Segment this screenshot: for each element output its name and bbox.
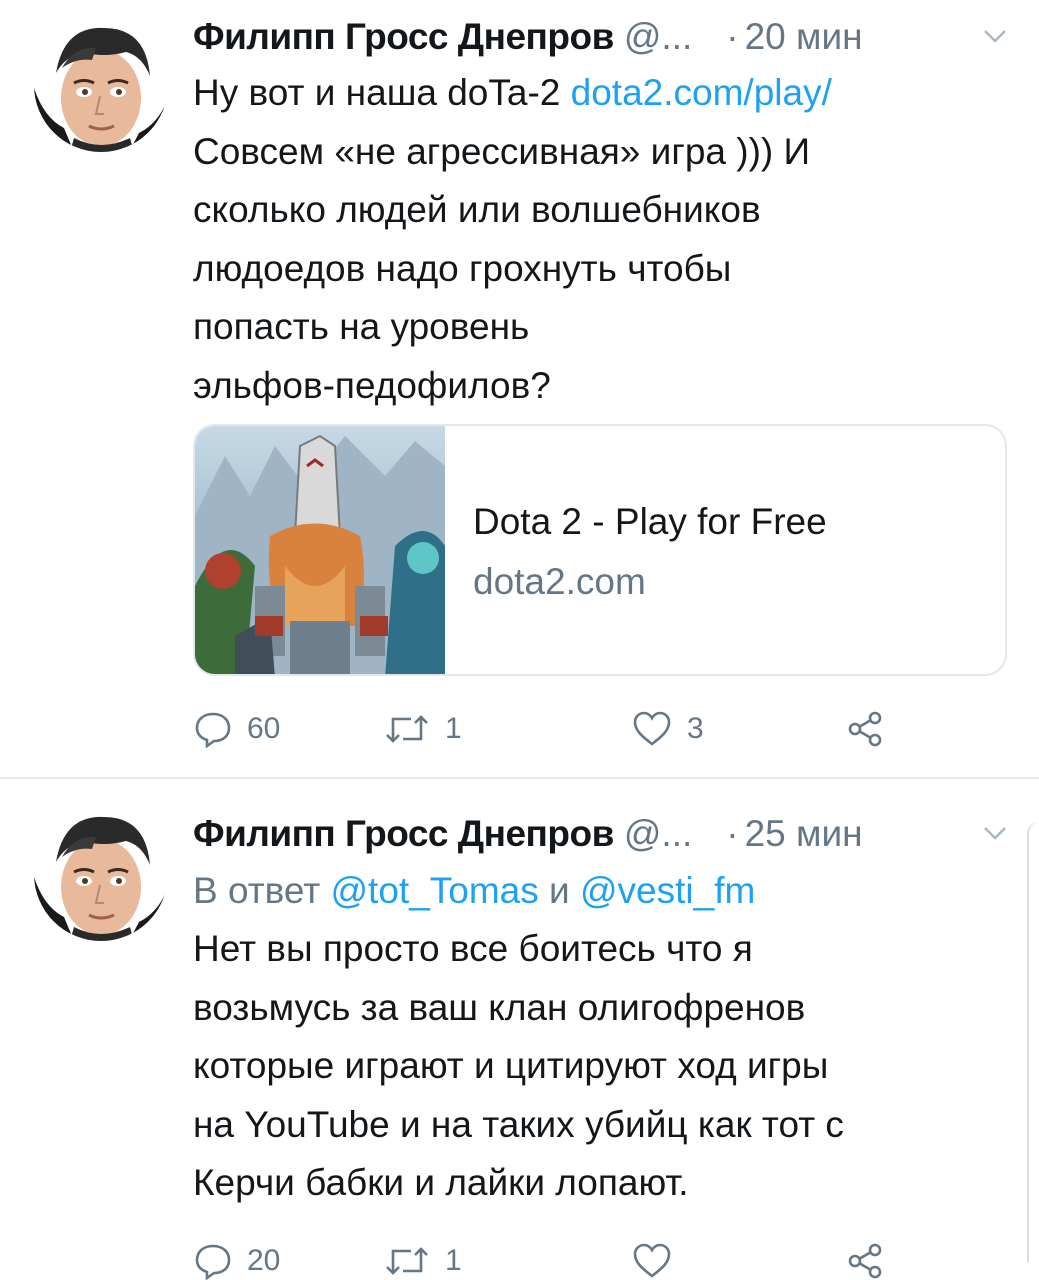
text-line: которые играют и цитируют ход игры bbox=[193, 1045, 829, 1086]
text-line: на YouTube и на таких убийц как тот с bbox=[193, 1103, 844, 1145]
separator-dot: · bbox=[726, 813, 739, 854]
share-button[interactable] bbox=[845, 1236, 889, 1280]
tweet-text: Нет вы просто все боитесь что я возьмусь… bbox=[193, 920, 1013, 1213]
retweet-count: 1 bbox=[445, 712, 462, 745]
avatar[interactable] bbox=[34, 18, 168, 152]
tweet-header: Филипп Гросс Днепров @... · 20 мин bbox=[193, 12, 1009, 62]
like-button[interactable] bbox=[631, 1236, 673, 1280]
text-line: людоедов надо грохнуть чтобы bbox=[193, 247, 732, 289]
text-line: Ну вот и наша doTa-2 dota2.com/play/ bbox=[193, 72, 832, 113]
tweet-text: Ну вот и наша doTa-2 dota2.com/play/ Сов… bbox=[193, 64, 1013, 415]
avatar[interactable] bbox=[34, 807, 168, 941]
scroll-indicator bbox=[1027, 822, 1039, 1262]
retweet-button[interactable]: 1 bbox=[383, 1236, 462, 1280]
share-icon bbox=[848, 711, 882, 747]
author-name[interactable]: Филипп Гросс Днепров bbox=[193, 813, 614, 855]
reply-button[interactable]: 20 bbox=[193, 1236, 280, 1280]
author-handle[interactable]: @... bbox=[624, 813, 692, 855]
reply-count: 20 bbox=[247, 1244, 281, 1277]
text-line: возьмусь за ваш клан олигофренов bbox=[193, 986, 806, 1028]
tweet-header: Филипп Гросс Днепров @... · 25 мин bbox=[193, 809, 1009, 859]
like-count: 3 bbox=[687, 712, 704, 745]
tweet-actions: 60 1 3 bbox=[193, 704, 913, 754]
reply-button[interactable]: 60 bbox=[193, 704, 280, 754]
author-handle[interactable]: @... bbox=[624, 16, 692, 58]
text-line: сколько людей или волшебников bbox=[193, 189, 761, 230]
tweet-1[interactable]: Филипп Гросс Днепров @... · 20 мин Ну во… bbox=[0, 0, 1039, 778]
text-line: Совсем «не агрессивная» игра ))) И bbox=[193, 130, 811, 172]
tweet-actions: 20 1 bbox=[193, 1236, 913, 1280]
reply-count: 60 bbox=[247, 712, 281, 745]
chevron-down-icon[interactable] bbox=[981, 24, 1009, 48]
reply-icon bbox=[195, 712, 231, 748]
mention-link[interactable]: @tot_Tomas bbox=[331, 870, 539, 911]
link-card[interactable]: Dota 2 - Play for Free dota2.com bbox=[193, 424, 1007, 676]
separator-dot: · bbox=[726, 16, 739, 57]
like-button[interactable]: 3 bbox=[631, 704, 704, 754]
mention-link[interactable]: @vesti_fm bbox=[580, 870, 755, 911]
text-line: эльфов-педофилов? bbox=[193, 364, 551, 406]
retweet-icon bbox=[386, 1247, 428, 1275]
card-thumbnail bbox=[195, 426, 445, 674]
share-icon bbox=[848, 1243, 882, 1279]
reply-icon bbox=[195, 1244, 231, 1280]
text-line: Нет вы просто все боитесь что я bbox=[193, 928, 753, 969]
timestamp[interactable]: 20 мин bbox=[745, 16, 863, 58]
timestamp[interactable]: 25 мин bbox=[745, 813, 863, 855]
like-icon bbox=[633, 1243, 671, 1278]
card-title: Dota 2 - Play for Free bbox=[473, 501, 827, 542]
retweet-icon bbox=[386, 715, 428, 743]
card-domain: dota2.com bbox=[473, 561, 646, 602]
text-line: попасть на уровень bbox=[193, 306, 530, 347]
retweet-button[interactable]: 1 bbox=[383, 704, 462, 754]
author-name[interactable]: Филипп Гросс Днепров bbox=[193, 16, 614, 58]
chevron-down-icon[interactable] bbox=[981, 821, 1009, 845]
reply-context: В ответ @tot_Tomas и @vesti_fm bbox=[193, 870, 756, 911]
text-line: Керчи бабки и лайки лопают. bbox=[193, 1162, 689, 1203]
share-button[interactable] bbox=[845, 704, 889, 754]
retweet-count: 1 bbox=[445, 1244, 462, 1277]
like-icon bbox=[633, 711, 671, 746]
tweet-link[interactable]: dota2.com/play/ bbox=[571, 72, 832, 113]
